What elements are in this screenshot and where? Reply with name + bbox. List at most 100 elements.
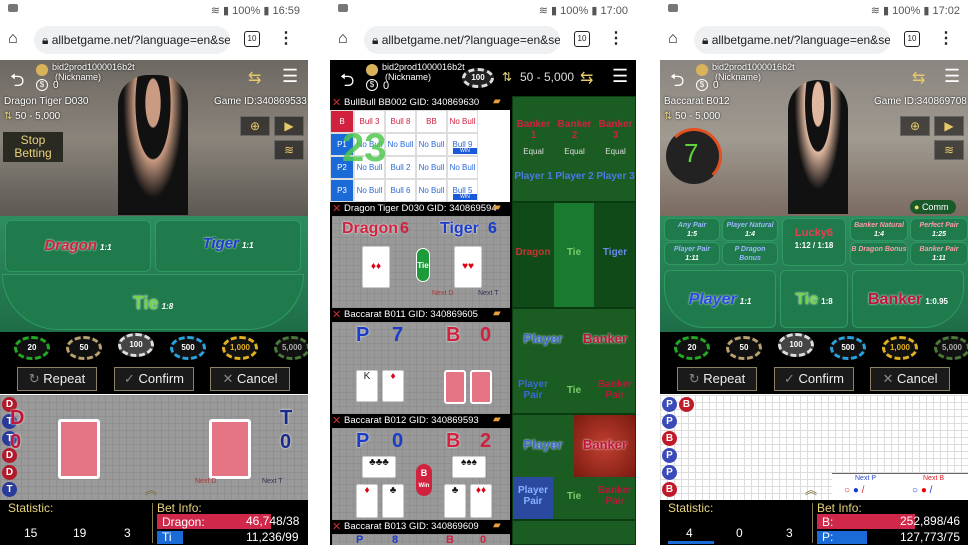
chip-20[interactable]: 20 (14, 336, 50, 360)
video-camera-icon[interactable]: ▶ (274, 116, 304, 136)
url-bar[interactable]: 🔒︎ allbetgame.net/?language=en&ses (694, 26, 890, 54)
table-row-dragon-tiger[interactable]: ✕ Dragon Tiger D030 GID: 340869594 ▰ Drag… (330, 202, 636, 308)
confirm-button[interactable]: ✓ Confirm (774, 367, 854, 391)
phone-multi-table: ≋ ▮ 100% ▮ 17:00 ⌂ 🔒︎ allbetgame.net/?la… (330, 0, 636, 545)
bet-tie[interactable]: Tie 1:8 (780, 270, 848, 328)
close-table-icon[interactable]: ✕ (332, 308, 341, 322)
chip-20[interactable]: 20 (674, 336, 710, 360)
limit-icon: ⇅ (502, 70, 513, 84)
switch-table-icon[interactable]: ⇆ (248, 68, 261, 88)
side-bet[interactable]: Any Pair 1:5 (664, 218, 720, 241)
bet-lucky6[interactable]: Lucky6 1:12 / 1:18 (782, 218, 846, 266)
bet-tie[interactable]: Tie 1:8 (2, 274, 304, 330)
video-off-icon[interactable]: ▰ (493, 520, 501, 531)
table-row-baccarat-b013[interactable]: ✕ Baccarat B013 GID: 340869609 ▰ P 8 B 0 (330, 520, 636, 545)
switch-table-icon[interactable]: ⇆ (912, 68, 925, 88)
video-off-icon[interactable]: ▰ (493, 96, 501, 107)
zoom-icon[interactable]: ⊕ (240, 116, 270, 136)
chip-50[interactable]: 50 (66, 336, 102, 360)
chip-100[interactable]: 100 (118, 333, 154, 357)
tab-count-button[interactable]: 10 (244, 31, 260, 47)
bullbull-cell: No Bull (416, 133, 447, 156)
url-bar[interactable]: 🔒︎ allbetgame.net/?language=en&ses (34, 26, 230, 54)
chip-100[interactable]: 100 (778, 333, 814, 357)
expand-road-icon[interactable]: ︽ (145, 481, 157, 498)
chip-500[interactable]: 500 (830, 336, 866, 360)
side-bet[interactable]: Banker Pair 1:11 (910, 242, 968, 265)
tiger-card: ♥♥ (454, 246, 482, 288)
video-camera-icon[interactable]: ▶ (934, 116, 964, 136)
menu-icon[interactable]: ☰ (282, 66, 298, 87)
url-bar[interactable]: 🔒︎ allbetgame.net/?language=en&ses (364, 26, 560, 54)
bullbull-cell: No Bull (416, 156, 447, 179)
side-bet[interactable]: Banker Natural 1:4 (850, 218, 908, 241)
table-row-baccarat-b011[interactable]: ✕ Baccarat B011 GID: 340869605 ▰ P 7 B 0 … (330, 308, 636, 414)
close-table-icon[interactable]: ✕ (332, 520, 341, 534)
cancel-button[interactable]: ✕ Cancel (870, 367, 950, 391)
confirm-button[interactable]: ✓ Confirm (114, 367, 194, 391)
menu-icon[interactable]: ☰ (944, 66, 960, 87)
phone-baccarat: ≋ ▮ 100% ▮ 17:02 ⌂ 🔒︎ allbetgame.net/?la… (660, 0, 968, 545)
cancel-button[interactable]: ✕ Cancel (210, 367, 290, 391)
close-table-icon[interactable]: ✕ (332, 96, 341, 110)
side-bet[interactable]: P Dragon Bonus (722, 242, 778, 265)
tab-count-button[interactable]: 10 (574, 31, 590, 47)
side-bet[interactable]: B Dragon Bonus (850, 242, 908, 265)
expand-road-icon[interactable]: ︽ (805, 481, 817, 498)
chip-50[interactable]: 50 (726, 336, 762, 360)
back-icon[interactable]: ⮌ (670, 68, 684, 98)
home-icon[interactable]: ⌂ (668, 30, 678, 48)
more-menu-icon[interactable]: ⋮ (938, 28, 954, 48)
more-menu-icon[interactable]: ⋮ (608, 28, 624, 48)
switch-table-icon[interactable]: ⇆ (580, 68, 593, 88)
chip-5000[interactable]: 5,000 (274, 336, 308, 360)
bullbull-cell: No Bull (416, 179, 447, 202)
result-badge: B Win (416, 464, 432, 496)
dealer (118, 75, 188, 215)
side-bet[interactable]: Player Pair 1:11 (664, 242, 720, 265)
repeat-button[interactable]: ↻ Repeat (677, 367, 757, 391)
close-table-icon[interactable]: ✕ (332, 414, 341, 428)
bead-p: P (662, 397, 677, 412)
side-bet[interactable]: Perfect Pair 1:25 (910, 218, 968, 241)
chip-5000[interactable]: 5,000 (934, 336, 968, 360)
video-off-icon[interactable]: ▰ (493, 414, 501, 425)
lock-icon: 🔒︎ (702, 33, 712, 47)
menu-icon[interactable]: ☰ (612, 66, 628, 87)
check-icon: ✓ (783, 371, 799, 386)
bet-dragon[interactable]: Dragon 1:1 (5, 220, 151, 272)
selected-chip[interactable]: 100 (462, 68, 494, 88)
side-bet[interactable]: Player Natural 1:4 (722, 218, 778, 241)
limit: ⇅ 50 - 5,000 (664, 111, 721, 122)
table-row-bullbull[interactable]: ✕ BullBull BB002 GID: 340869630 ▰ B Bull 3… (330, 96, 636, 202)
back-icon[interactable]: ⮌ (340, 68, 354, 98)
chip-1000[interactable]: 1,000 (222, 336, 258, 360)
balance-icon: $ (366, 79, 378, 91)
bet-player[interactable]: Player 1:1 (664, 270, 776, 328)
chip-500[interactable]: 500 (170, 336, 206, 360)
bet-banker[interactable]: Banker 1:0.95 (852, 270, 964, 328)
repeat-icon: ↻ (28, 371, 44, 386)
status-bar: ≋ ▮ 100% ▮ 16:59 (0, 0, 308, 20)
lock-icon: 🔒︎ (42, 33, 52, 47)
video-off-icon[interactable]: ▰ (493, 202, 501, 213)
chip-1000[interactable]: 1,000 (882, 336, 918, 360)
commission-toggle[interactable]: ● Comm (910, 200, 956, 214)
back-icon[interactable]: ⮌ (10, 68, 24, 98)
home-icon[interactable]: ⌂ (338, 30, 348, 48)
tab-count-button[interactable]: 10 (904, 31, 920, 47)
video-stream-icon[interactable]: ≋ (934, 140, 964, 160)
bet-tiger[interactable]: Tiger 1:1 (155, 220, 301, 272)
repeat-button[interactable]: ↻ Repeat (17, 367, 97, 391)
close-table-icon[interactable]: ✕ (332, 202, 341, 216)
zoom-icon[interactable]: ⊕ (900, 116, 930, 136)
video-stream-icon[interactable]: ≋ (274, 140, 304, 160)
home-icon[interactable]: ⌂ (8, 30, 18, 48)
dragon-tiger-bets: Dragon Tie Tiger (512, 202, 636, 308)
baccarat-bets: Player Banker Player Pair Tie Banker Pai… (512, 308, 636, 414)
table-row-baccarat-b012[interactable]: ✕ Baccarat B012 GID: 340869593 ▰ P 0 B 2 … (330, 414, 636, 520)
video-off-icon[interactable]: ▰ (493, 308, 501, 319)
live-video: ⮌ bid2prod1000016b2t (Nickname) $ 0 ⇆ ☰ … (0, 60, 308, 218)
bead-b: B (662, 482, 677, 497)
more-menu-icon[interactable]: ⋮ (278, 28, 294, 48)
